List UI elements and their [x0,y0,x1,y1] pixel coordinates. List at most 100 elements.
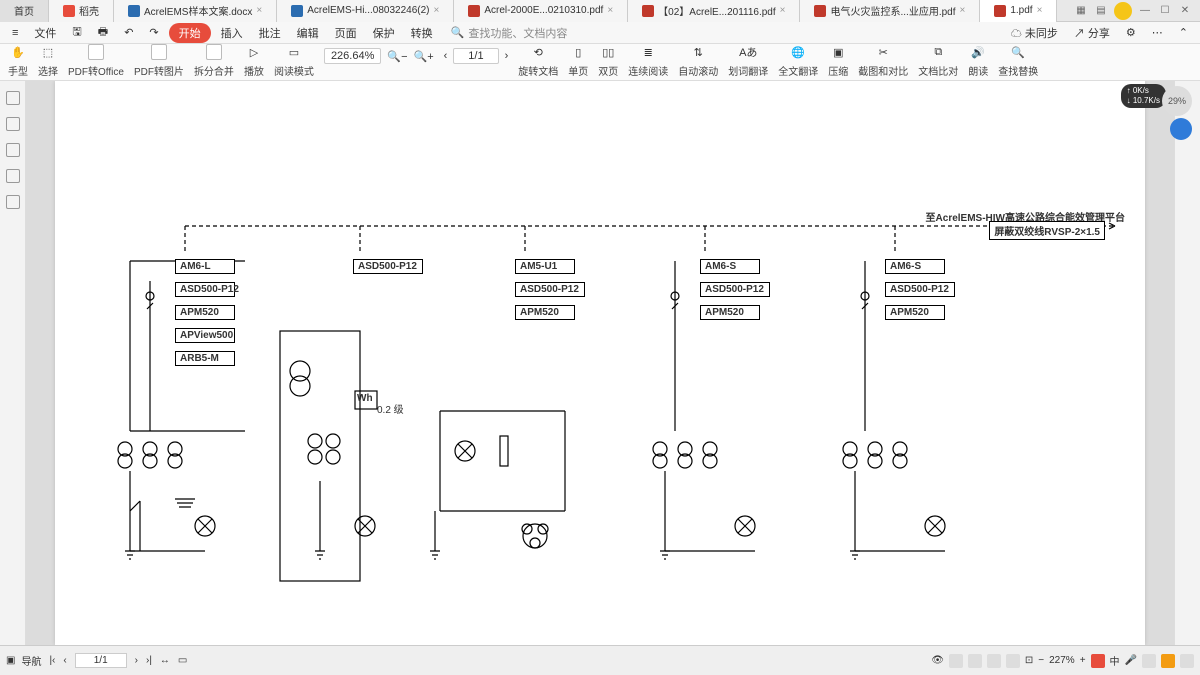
zoom-in2-icon[interactable]: + [1080,655,1086,666]
last-page-icon[interactable]: ›| [146,655,152,666]
crop-button[interactable]: ✂截图和对比 [858,42,908,78]
thumbnail-icon[interactable] [6,117,20,131]
view2-icon[interactable] [968,654,982,668]
bookmark-icon[interactable] [6,91,20,105]
tray-ic2[interactable] [1161,654,1175,668]
double-page-button[interactable]: ▯▯双页 [598,42,618,78]
tab-pdf3[interactable]: 电气火灾监控系...业应用.pdf× [800,0,980,22]
close-window-icon[interactable]: ✕ [1178,4,1192,18]
zoom-out2-icon[interactable]: − [1038,655,1044,666]
tab-pdf2[interactable]: 【02】AcrelE...201116.pdf× [628,0,800,22]
tab-daoke[interactable]: 稻壳 [49,0,114,22]
tool-save-icon[interactable]: 🖫 [66,21,87,44]
apps-icon[interactable]: ▤ [1094,4,1108,18]
zoom-out-icon[interactable]: 🔍− [387,50,407,63]
status-zoom[interactable]: 227% [1049,655,1075,666]
menu-start[interactable]: 开始 [169,23,211,43]
pdf2office-button[interactable]: PDF转Office [68,42,124,78]
first-page-icon[interactable]: |‹ [49,655,55,666]
pdf-page: 至AcrelEMS-HIW高速公路综合能效管理平台 屏蔽双绞线RVSP-2×1.… [55,81,1145,645]
avatar-icon[interactable] [1114,2,1132,20]
fulltrans-button[interactable]: 🌐全文翻译 [778,42,818,78]
page-indicator[interactable]: 1/1 [453,48,498,64]
pdf-icon [468,5,480,17]
collapse-icon[interactable]: ⌃ [1173,24,1194,41]
word-icon [291,5,303,17]
rotate-button[interactable]: ⟲旋转文档 [518,42,558,78]
close-icon[interactable]: × [607,5,613,16]
menu-edit[interactable]: 编辑 [291,23,325,43]
search-box[interactable]: 🔍 查找功能、文档内容 [451,25,568,41]
menu-hamburger[interactable]: ≡ [6,25,24,41]
comment-icon[interactable] [6,143,20,157]
close-icon[interactable]: × [433,5,439,16]
close-icon[interactable]: × [256,5,262,16]
read-button[interactable]: 🔊朗读 [968,42,988,78]
pdf2img-icon [151,44,167,60]
hand-icon[interactable]: ✋ [11,46,25,59]
fitpage-icon[interactable]: ▭ [178,655,187,666]
view4-icon[interactable] [1006,654,1020,668]
prev-page-icon[interactable]: ‹ [444,50,448,62]
eye-icon[interactable]: 👁 [931,655,944,666]
single-page-button[interactable]: ▯单页 [568,42,588,78]
select-icon[interactable]: ⬚ [43,46,53,59]
view3-icon[interactable] [987,654,1001,668]
tab-docx[interactable]: AcrelEMS样本文案.docx× [114,0,277,22]
minimize-icon[interactable]: — [1138,4,1152,18]
readmode-button[interactable]: ▭阅读模式 [274,42,314,78]
attachment-icon[interactable] [6,169,20,183]
play-button[interactable]: ▷播放 [244,42,264,78]
sync-status[interactable]: ☁ 未同步 [1005,23,1064,43]
nav-toggle[interactable]: ▣ 导航 [6,653,41,668]
more-icon[interactable]: ⋯ [1146,24,1169,41]
splitmerge-button[interactable]: 拆分合并 [194,42,234,78]
tray-ic1[interactable] [1142,654,1156,668]
tool-undo-icon[interactable]: ↶ [118,24,139,41]
maximize-icon[interactable]: ☐ [1158,4,1172,18]
zoom-fit-icon[interactable]: ⊡ [1025,655,1033,666]
zoom-in-icon[interactable]: 🔍+ [414,50,434,63]
ime-label[interactable]: 中 [1110,653,1120,668]
assistant-fab[interactable] [1170,118,1192,140]
pdf2img-button[interactable]: PDF转图片 [134,42,184,78]
tray-ic3[interactable] [1180,654,1194,668]
tool-print-icon[interactable]: 🖶 [92,21,114,44]
close-icon[interactable]: × [1037,5,1043,16]
grid-icon[interactable]: ▦ [1074,4,1088,18]
signature-icon[interactable] [6,195,20,209]
doccmp-button[interactable]: ⧉文档比对 [918,42,958,78]
tool-redo-icon[interactable]: ↷ [143,24,164,41]
close-icon[interactable]: × [960,5,966,16]
fitwidth-icon[interactable]: ↔ [160,655,170,666]
document-viewport[interactable]: 至AcrelEMS-HIW高速公路综合能效管理平台 屏蔽双绞线RVSP-2×1.… [26,81,1174,645]
prev-page2-icon[interactable]: ‹ [63,655,66,666]
autoscroll-button[interactable]: ⇅自动滚动 [678,42,718,78]
linetrans-button[interactable]: Aあ划词翻译 [728,42,768,78]
tab-home[interactable]: 首页 [0,0,49,22]
mic-icon[interactable]: 🎤 [1125,655,1137,666]
next-page2-icon[interactable]: › [135,655,138,666]
continuous-button[interactable]: ≣连续阅读 [628,42,668,78]
tab-doc2[interactable]: AcrelEMS-Hi...08032246(2)× [277,0,454,22]
menu-annotate[interactable]: 批注 [253,23,287,43]
share-button[interactable]: ↗ 分享 [1068,23,1116,43]
menu-convert[interactable]: 转换 [405,23,439,43]
menu-file[interactable]: 文件 [28,23,62,43]
menu-protect[interactable]: 保护 [367,23,401,43]
menu-page[interactable]: 页面 [329,23,363,43]
next-page-icon[interactable]: › [505,50,509,62]
tab-pdf-active[interactable]: 1.pdf× [980,0,1057,22]
close-icon[interactable]: × [780,5,786,16]
compress-button[interactable]: ▣压缩 [828,42,848,78]
autoscroll-icon: ⇅ [694,46,703,59]
tab-pdf1[interactable]: Acrel-2000E...0210310.pdf× [454,0,628,22]
word-icon [128,5,140,17]
sogou-icon[interactable] [1091,654,1105,668]
view1-icon[interactable] [949,654,963,668]
settings-icon[interactable]: ⚙ [1120,24,1142,41]
zoom-value[interactable]: 226.64% [324,48,381,64]
status-page[interactable]: 1/1 [75,653,127,668]
menu-insert[interactable]: 插入 [215,23,249,43]
findrep-button[interactable]: 🔍查找替换 [998,42,1038,78]
